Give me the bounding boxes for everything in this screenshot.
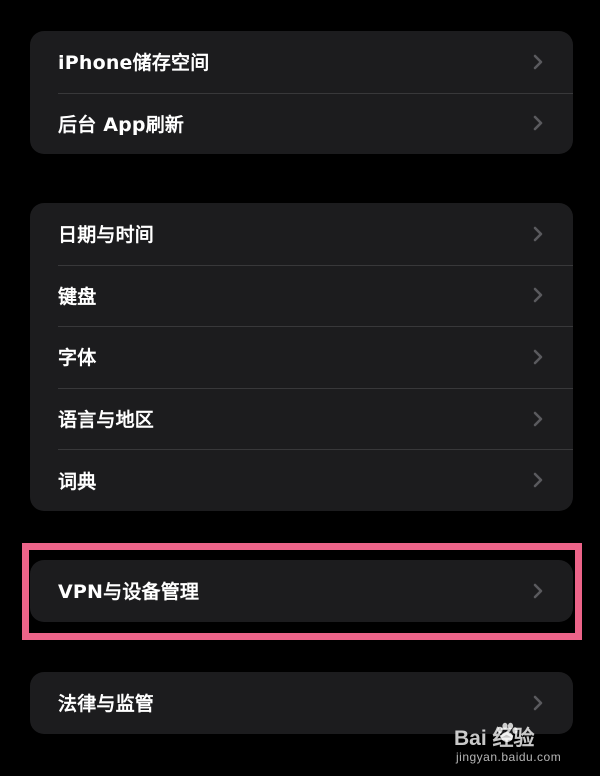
row-label: 语言与地区 bbox=[58, 409, 155, 432]
chevron-right-icon bbox=[531, 410, 545, 428]
chevron-right-icon bbox=[531, 225, 545, 243]
chevron-right-icon bbox=[531, 114, 545, 132]
iphone-storage-row[interactable]: iPhone储存空间 bbox=[30, 31, 573, 93]
watermark-site: jingyan.baidu.com bbox=[456, 750, 562, 764]
paw-icon bbox=[494, 720, 520, 750]
row-label: 键盘 bbox=[58, 285, 97, 308]
dictionary-row[interactable]: 词典 bbox=[30, 449, 573, 511]
language-region-row[interactable]: 语言与地区 bbox=[30, 387, 573, 450]
background-app-refresh-row[interactable]: 后台 App刷新 bbox=[30, 92, 573, 154]
settings-group-language: 日期与时间 键盘 字体 语言与地区 词典 bbox=[30, 203, 573, 511]
settings-group-storage: iPhone储存空间 后台 App刷新 bbox=[30, 31, 573, 154]
chevron-right-icon bbox=[531, 348, 545, 366]
vpn-device-management-row[interactable]: VPN与设备管理 bbox=[30, 560, 573, 622]
baidu-jingyan-watermark: Bai 经验 jingyan.baidu.com bbox=[454, 722, 582, 770]
row-label: VPN与设备管理 bbox=[58, 581, 200, 604]
chevron-right-icon bbox=[531, 286, 545, 304]
row-label: 法律与监管 bbox=[58, 693, 155, 716]
row-label: 后台 App刷新 bbox=[58, 113, 185, 136]
chevron-right-icon bbox=[531, 582, 545, 600]
chevron-right-icon bbox=[531, 694, 545, 712]
row-label: 字体 bbox=[58, 347, 97, 370]
row-label: 词典 bbox=[58, 470, 97, 493]
settings-group-vpn: VPN与设备管理 bbox=[30, 560, 573, 622]
keyboard-row[interactable]: 键盘 bbox=[30, 264, 573, 327]
chevron-right-icon bbox=[531, 471, 545, 489]
date-time-row[interactable]: 日期与时间 bbox=[30, 203, 573, 265]
fonts-row[interactable]: 字体 bbox=[30, 326, 573, 388]
row-label: iPhone储存空间 bbox=[58, 52, 210, 75]
row-label: 日期与时间 bbox=[58, 224, 155, 247]
chevron-right-icon bbox=[531, 53, 545, 71]
